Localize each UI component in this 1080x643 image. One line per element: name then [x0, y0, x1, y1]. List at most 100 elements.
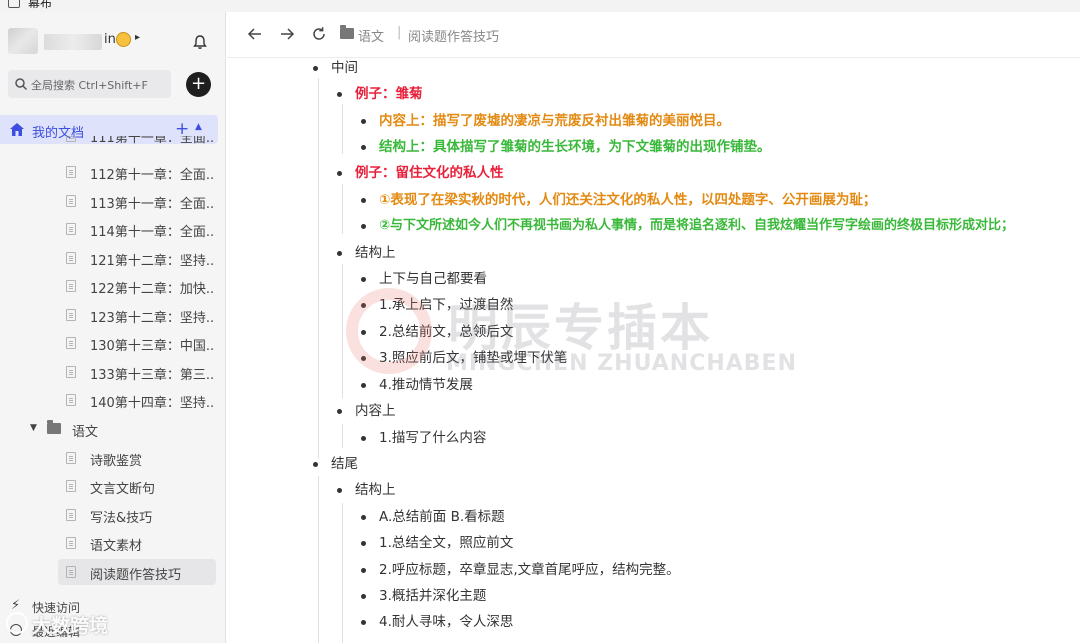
- refresh-icon[interactable]: [309, 24, 329, 44]
- tree-folder-chinese[interactable]: ▼ 语文: [0, 416, 218, 442]
- bullet-icon[interactable]: [361, 356, 366, 361]
- outline-text[interactable]: 例子：雏菊: [355, 84, 423, 104]
- tree-item[interactable]: 文言文断句: [0, 473, 218, 499]
- search-input[interactable]: 全局搜索 Ctrl+Shift+F: [8, 70, 171, 98]
- outline-text[interactable]: 例子：留住文化的私人性: [355, 163, 504, 183]
- outline-guide-line: [342, 503, 343, 643]
- outline-guide-line: [318, 78, 319, 458]
- folder-label: 语文: [72, 425, 99, 440]
- document-icon: [66, 537, 76, 549]
- tree-item-label: 130第十三章：中国...: [90, 339, 215, 354]
- tree-item[interactable]: 写法&技巧: [0, 502, 218, 528]
- emoji-icon: [116, 32, 131, 47]
- tree-item[interactable]: 140第十四章：坚持...: [0, 387, 218, 413]
- outline-text[interactable]: ①表现了在梁实秋的时代，人们还关注文化的私人性，以四处题字、公开画展为耻；: [379, 190, 876, 210]
- tree-item-label: 文言文断句: [90, 482, 156, 497]
- outline-text[interactable]: 结尾: [331, 454, 358, 474]
- bullet-icon[interactable]: [361, 568, 366, 573]
- tree-item[interactable]: 114第十一章：全面...: [0, 216, 218, 242]
- outline-text[interactable]: 结构上：具体描写了雏菊的生长环境，为下文雏菊的出现作铺垫。: [379, 137, 771, 157]
- sidebar: in ▸ 全局搜索 Ctrl+Shift+F + 我的文档 + ▲ 111第十一…: [0, 12, 226, 643]
- outline-text[interactable]: 内容上：描写了废墟的凄凉与荒废反衬出雏菊的美丽悦目。: [379, 111, 730, 131]
- outline-text[interactable]: 中间: [331, 58, 358, 78]
- outline-text[interactable]: 结构上: [355, 243, 396, 263]
- bullet-icon[interactable]: [337, 251, 342, 256]
- bullet-icon[interactable]: [361, 145, 366, 150]
- add-button[interactable]: +: [186, 72, 211, 97]
- folder-icon: [47, 420, 61, 434]
- tree-item[interactable]: 123第十二章：坚持...: [0, 302, 218, 328]
- username-blurred: [44, 34, 102, 50]
- tree-item[interactable]: 130第十三章：中国...: [0, 330, 218, 356]
- bullet-icon[interactable]: [361, 277, 366, 282]
- bullet-icon[interactable]: [313, 66, 318, 71]
- document-icon: [66, 337, 76, 349]
- outline-text[interactable]: 1.总结全文，照应前文: [379, 533, 513, 553]
- bullet-icon[interactable]: [361, 198, 366, 203]
- outline-text[interactable]: A.总结前面 B.看标题: [379, 507, 505, 527]
- outline-text[interactable]: 4.推动情节发展: [379, 375, 473, 395]
- plus-icon: +: [190, 73, 207, 94]
- outline-text[interactable]: 1.描写了什么内容: [379, 428, 486, 448]
- corner-watermark-text: 大数跨境: [32, 615, 109, 637]
- tree-item-label: 122第十二章：加快...: [90, 282, 215, 297]
- outline-text[interactable]: 2.总结前文，总领后文: [379, 322, 513, 342]
- document-icon: [66, 280, 76, 292]
- user-menu[interactable]: in ▸: [8, 28, 218, 56]
- outline-text[interactable]: 结构上: [355, 480, 396, 500]
- forward-arrow-icon[interactable]: [277, 24, 297, 44]
- outline-text[interactable]: 2.呼应标题，卒章显志,文章首尾呼应，结构完整。: [379, 560, 680, 580]
- tree-item-selected[interactable]: 阅读题作答技巧: [58, 559, 216, 585]
- outline-text[interactable]: ②与下文所述如今人们不再视书画为私人事情，而是将追名逐利、自我炫耀当作写字绘画的…: [379, 216, 1014, 236]
- outline-text[interactable]: 3.概括并深化主题: [379, 586, 486, 606]
- bullet-icon[interactable]: [361, 119, 366, 124]
- breadcrumb-doc: 阅读题作答技巧: [408, 30, 500, 45]
- outline-text[interactable]: 上下与自己都要看: [379, 269, 487, 289]
- bullet-icon[interactable]: [337, 171, 342, 176]
- app-icon: [8, 0, 20, 8]
- tree-item[interactable]: 111第十一章：全面...: [0, 136, 218, 152]
- tree-item[interactable]: 133第十三章：第三...: [0, 359, 218, 385]
- bullet-icon[interactable]: [361, 436, 366, 441]
- breadcrumb-folder[interactable]: 语文: [358, 26, 384, 45]
- tree-item[interactable]: 113第十一章：全面...: [0, 188, 218, 214]
- bullet-icon[interactable]: [361, 224, 366, 229]
- tree-item[interactable]: 诗歌鉴赏: [0, 445, 218, 471]
- outline-editor[interactable]: 中间 例子：雏菊 内容上：描写了废墟的凄凉与荒废反衬出雏菊的美丽悦目。 结构上：…: [227, 58, 1080, 643]
- tree-item[interactable]: 121第十二章：坚持...: [0, 245, 218, 271]
- tree-item[interactable]: 语文素材: [0, 530, 218, 556]
- document-icon: [66, 394, 76, 406]
- back-arrow-icon[interactable]: [245, 24, 265, 44]
- outline-text[interactable]: 内容上: [355, 401, 396, 421]
- home-icon: [10, 123, 24, 136]
- bullet-icon[interactable]: [337, 488, 342, 493]
- outline-text[interactable]: 3.照应前后文，铺垫或埋下伏笔: [379, 348, 567, 368]
- outline-text[interactable]: 4.耐人寻味，令人深思: [379, 612, 513, 632]
- bullet-icon[interactable]: [337, 409, 342, 414]
- tree-item[interactable]: 112第十一章：全面...: [0, 159, 218, 185]
- tree-item-label: 112第十一章：全面...: [90, 168, 215, 183]
- tree-item-label: 133第十三章：第三...: [90, 368, 215, 383]
- collapse-icon[interactable]: ▲: [195, 122, 202, 132]
- bullet-icon[interactable]: [361, 303, 366, 308]
- corner-watermark: 大数跨境: [6, 609, 156, 639]
- tree-item-label: 121第十二章：坚持...: [90, 254, 215, 269]
- outline-text[interactable]: 1.承上启下，过渡自然: [379, 295, 513, 315]
- title-bar: 幕布: [0, 0, 1080, 12]
- bullet-icon[interactable]: [361, 515, 366, 520]
- tree-item-label: 114第十一章：全面...: [90, 225, 215, 240]
- document-icon: [66, 166, 76, 178]
- bullet-icon[interactable]: [313, 462, 318, 467]
- bullet-icon[interactable]: [361, 594, 366, 599]
- document-icon: [66, 452, 76, 464]
- bullet-icon[interactable]: [361, 541, 366, 546]
- bullet-icon[interactable]: [361, 330, 366, 335]
- bullet-icon[interactable]: [337, 92, 342, 97]
- tree-item[interactable]: 122第十二章：加快...: [0, 273, 218, 299]
- bullet-icon[interactable]: [361, 383, 366, 388]
- bullet-icon[interactable]: [361, 620, 366, 625]
- tree-item-label: 写法&技巧: [90, 511, 153, 526]
- bell-icon[interactable]: [192, 34, 208, 50]
- document-icon: [66, 480, 76, 492]
- expand-triangle-icon[interactable]: ▼: [30, 423, 37, 433]
